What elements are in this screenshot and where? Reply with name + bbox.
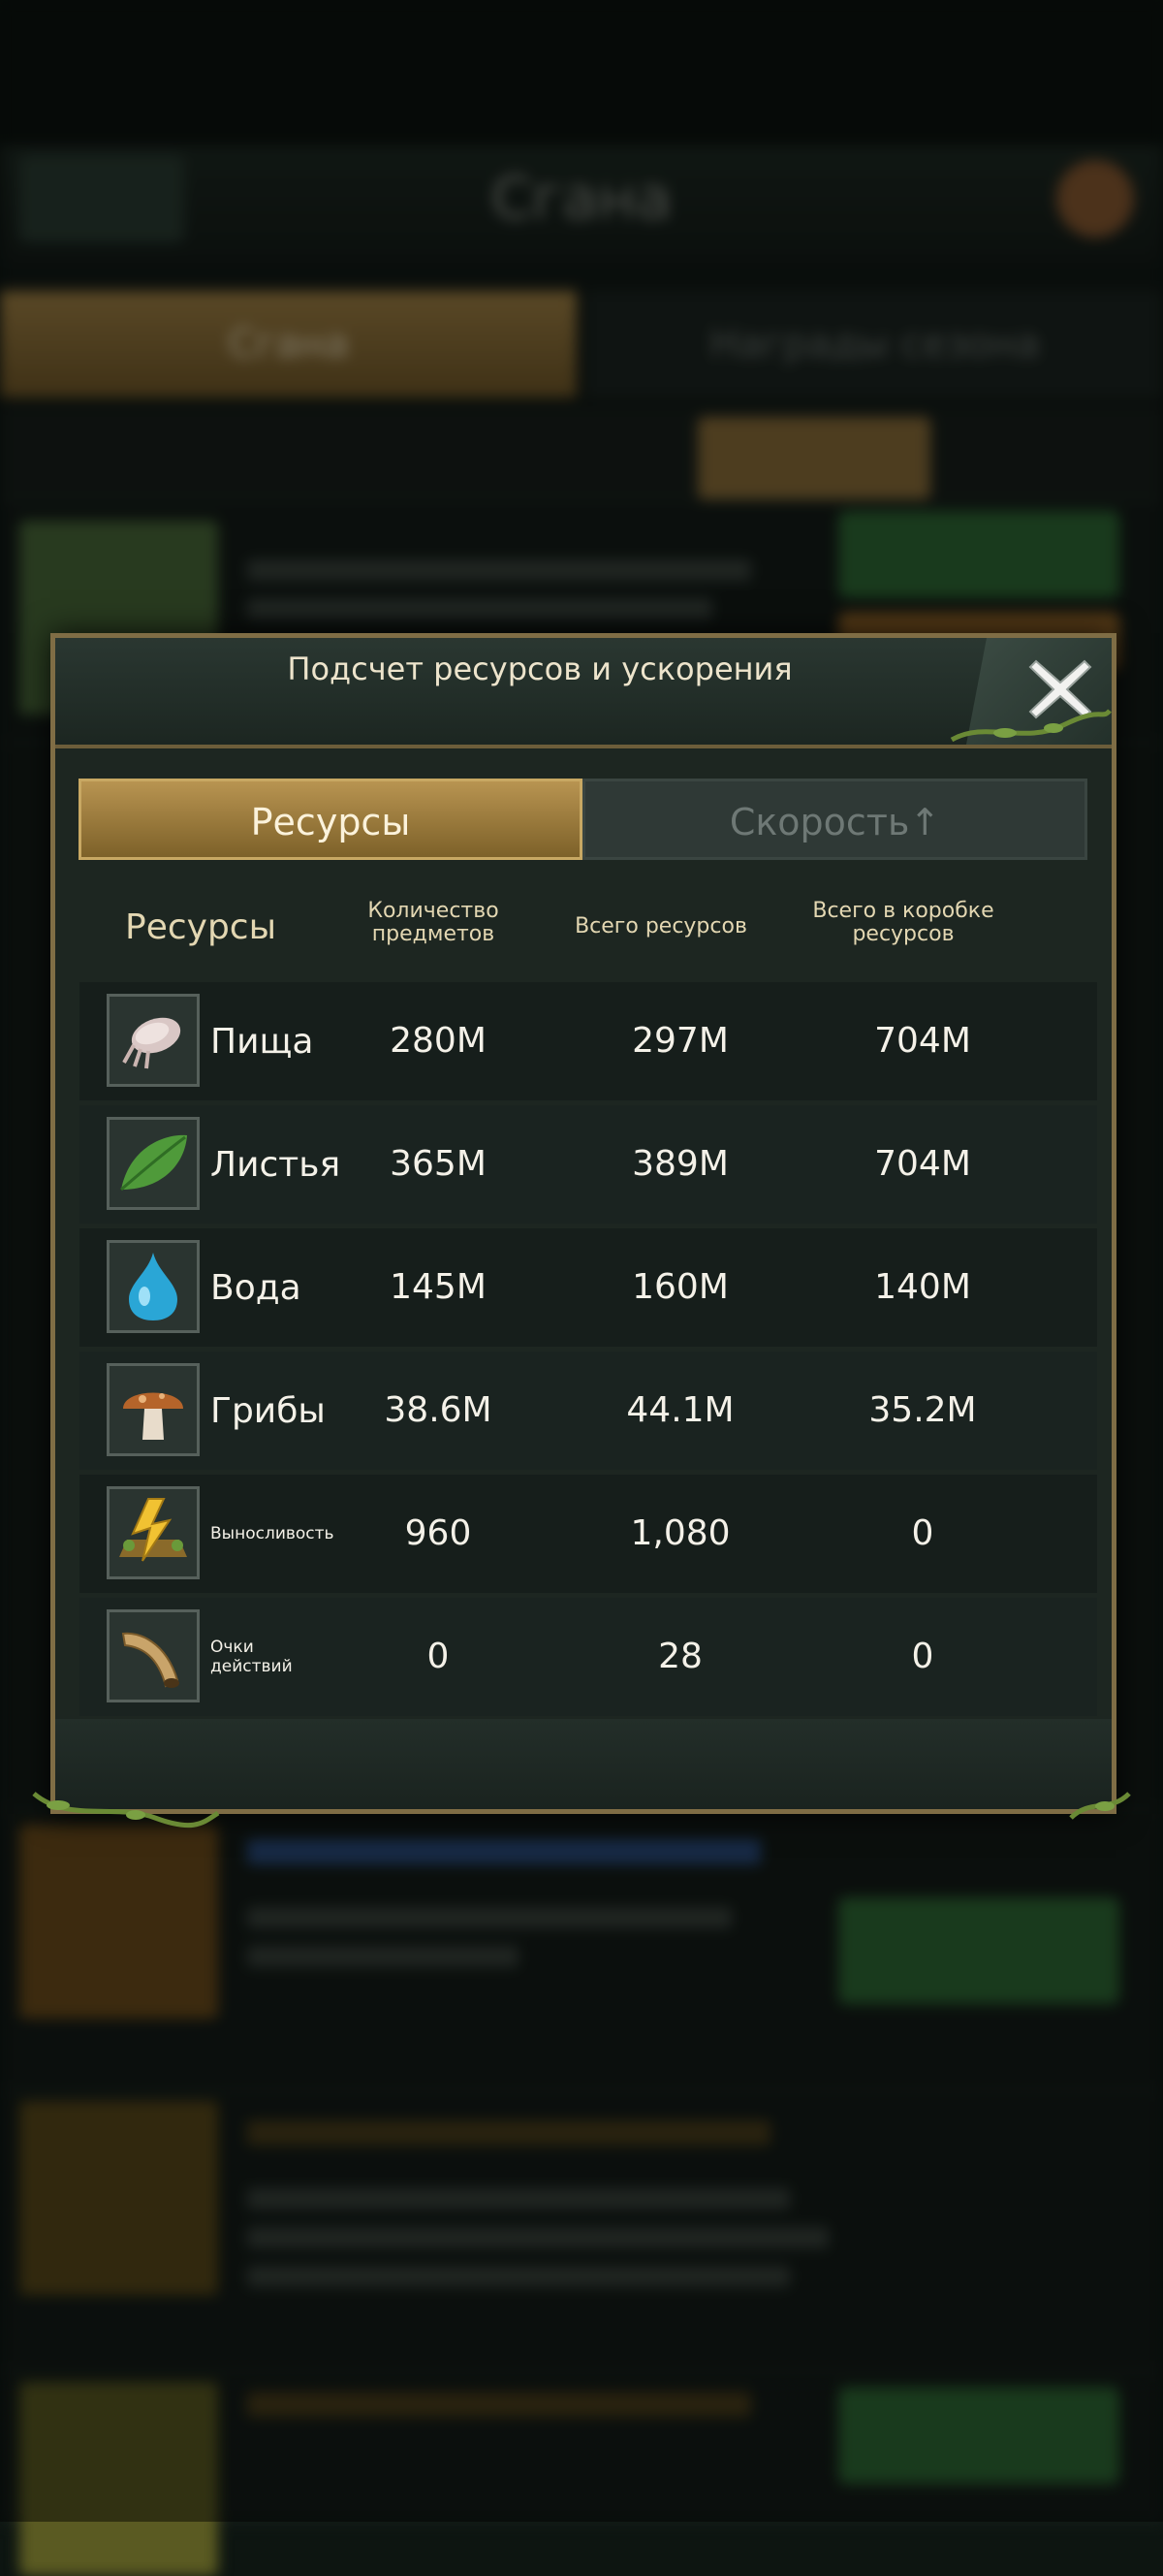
total-value: 389M	[632, 1144, 729, 1184]
box-total-value: 0	[911, 1637, 934, 1676]
column-header-resource: Ресурсы	[124, 907, 277, 947]
table-row: Грибы 38.6M 44.1M 35.2M	[79, 1352, 1097, 1470]
horn-icon	[121, 1632, 179, 1688]
resource-icon-frame	[107, 1486, 200, 1579]
total-value: 28	[658, 1637, 703, 1676]
resource-icon-frame	[107, 1363, 200, 1456]
column-header-box-total: Всего в коробке ресурсов	[812, 899, 994, 946]
stamina-icon	[119, 1498, 187, 1562]
box-total-value: 140M	[874, 1267, 971, 1307]
item-count-value: 0	[426, 1637, 450, 1676]
vine-decoration-icon	[1069, 1792, 1131, 1820]
item-count-value: 365M	[390, 1144, 487, 1184]
total-value: 160M	[632, 1267, 729, 1307]
resource-count-dialog: Подсчет ресурсов и ускорения Ресурсы Ско…	[50, 633, 1116, 1814]
resource-icon-frame	[107, 1117, 200, 1210]
box-total-value: 35.2M	[868, 1390, 977, 1430]
box-total-value: 0	[911, 1513, 934, 1553]
water-drop-icon	[129, 1253, 177, 1320]
leaf-icon	[120, 1134, 187, 1192]
resource-table: Пища 280M 297M 704M Листья 365M 389M 704…	[55, 982, 1112, 1719]
item-count-value: 145M	[390, 1267, 487, 1307]
dialog-title: Подсчет ресурсов и ускорения	[287, 651, 793, 687]
tab-resources[interactable]: Ресурсы	[79, 779, 582, 860]
table-row: Выносливость 960 1,080 0	[79, 1475, 1097, 1593]
resource-icon-frame	[107, 1609, 200, 1702]
item-count-value: 38.6M	[384, 1390, 492, 1430]
mushroom-icon	[123, 1392, 183, 1440]
dialog-header: Подсчет ресурсов и ускорения	[55, 638, 1112, 748]
item-count-value: 960	[404, 1513, 472, 1553]
resource-icon-frame	[107, 994, 200, 1087]
column-header-item-count: Количество предметов	[367, 899, 499, 946]
table-row: Листья 365M 389M 704M	[79, 1105, 1097, 1224]
table-row: Вода 145M 160M 140M	[79, 1228, 1097, 1347]
total-value: 297M	[632, 1021, 729, 1061]
total-value: 1,080	[630, 1513, 731, 1553]
resource-name: Очки действий	[210, 1638, 293, 1676]
column-header-total: Всего ресурсов	[575, 914, 747, 938]
vine-decoration-icon	[32, 1792, 220, 1829]
table-row: Пища 280M 297M 704M	[79, 982, 1097, 1100]
resource-icon-frame	[107, 1240, 200, 1333]
resource-name: Вода	[210, 1267, 301, 1308]
box-total-value: 704M	[874, 1021, 971, 1061]
box-total-value: 704M	[874, 1144, 971, 1184]
resource-name: Пища	[210, 1021, 314, 1062]
table-row: Очки действий 0 28 0	[79, 1598, 1097, 1716]
resource-name: Листья	[210, 1144, 341, 1185]
tab-speedups[interactable]: Скорость↑	[582, 779, 1087, 860]
resource-name: Грибы	[210, 1390, 326, 1431]
resource-name: Выносливость	[210, 1524, 334, 1543]
total-value: 44.1M	[626, 1390, 735, 1430]
vine-decoration-icon	[950, 709, 1112, 743]
item-count-value: 280M	[390, 1021, 487, 1061]
meat-icon	[122, 1017, 181, 1069]
